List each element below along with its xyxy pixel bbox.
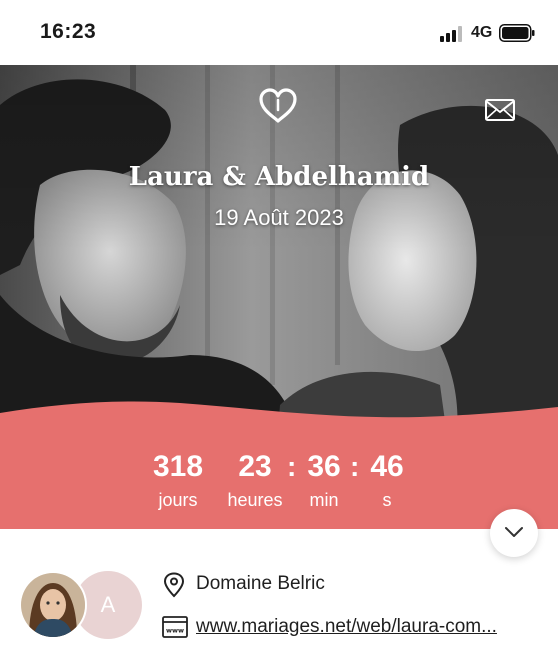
hero-banner: Laura & Abdelhamid 19 Août 2023 318 jour… bbox=[0, 65, 558, 529]
svg-text:www: www bbox=[166, 627, 184, 635]
countdown-hours: 23 heures bbox=[218, 450, 292, 511]
separator-minutes-seconds: : bbox=[350, 451, 360, 482]
countdown-seconds: 46 s bbox=[362, 450, 412, 511]
battery-icon bbox=[499, 24, 535, 42]
minutes-value: 36 bbox=[307, 450, 341, 483]
chevron-down-icon bbox=[505, 527, 523, 537]
network-type: 4G bbox=[471, 24, 493, 41]
scroll-down-button[interactable] bbox=[490, 509, 538, 557]
seconds-value: 46 bbox=[370, 450, 404, 483]
avatar[interactable] bbox=[19, 571, 87, 639]
hours-value: 23 bbox=[238, 450, 272, 483]
countdown: 318 jours 23 heures : 36 min : 46 s bbox=[0, 450, 558, 520]
days-label: jours bbox=[158, 490, 198, 510]
status-time: 16:23 bbox=[40, 20, 97, 43]
minutes-label: min bbox=[309, 490, 339, 510]
days-value: 318 bbox=[152, 450, 204, 483]
status-bar: 16:23 4G bbox=[0, 0, 558, 65]
countdown-days: 318 jours bbox=[140, 450, 216, 511]
venue-name: Domaine Belric bbox=[196, 573, 325, 594]
website-row: www www.mariages.net/web/laura-com... bbox=[162, 614, 542, 642]
heart-icon bbox=[259, 88, 297, 123]
signal-icon bbox=[440, 26, 462, 42]
mail-icon[interactable] bbox=[484, 98, 516, 122]
separator-hours-minutes: : bbox=[287, 451, 297, 482]
avatar-photo-image bbox=[21, 573, 85, 637]
seconds-label: s bbox=[382, 490, 392, 510]
location-pin-icon bbox=[163, 572, 185, 598]
website-link[interactable]: www.mariages.net/web/laura-com... bbox=[196, 616, 497, 638]
countdown-minutes: 36 min bbox=[299, 450, 349, 511]
browser-window-icon: www bbox=[162, 616, 188, 638]
wedding-date: 19 Août 2023 bbox=[214, 205, 344, 230]
hours-label: heures bbox=[227, 490, 283, 510]
couple-names: Laura & Abdelhamid bbox=[128, 162, 430, 192]
